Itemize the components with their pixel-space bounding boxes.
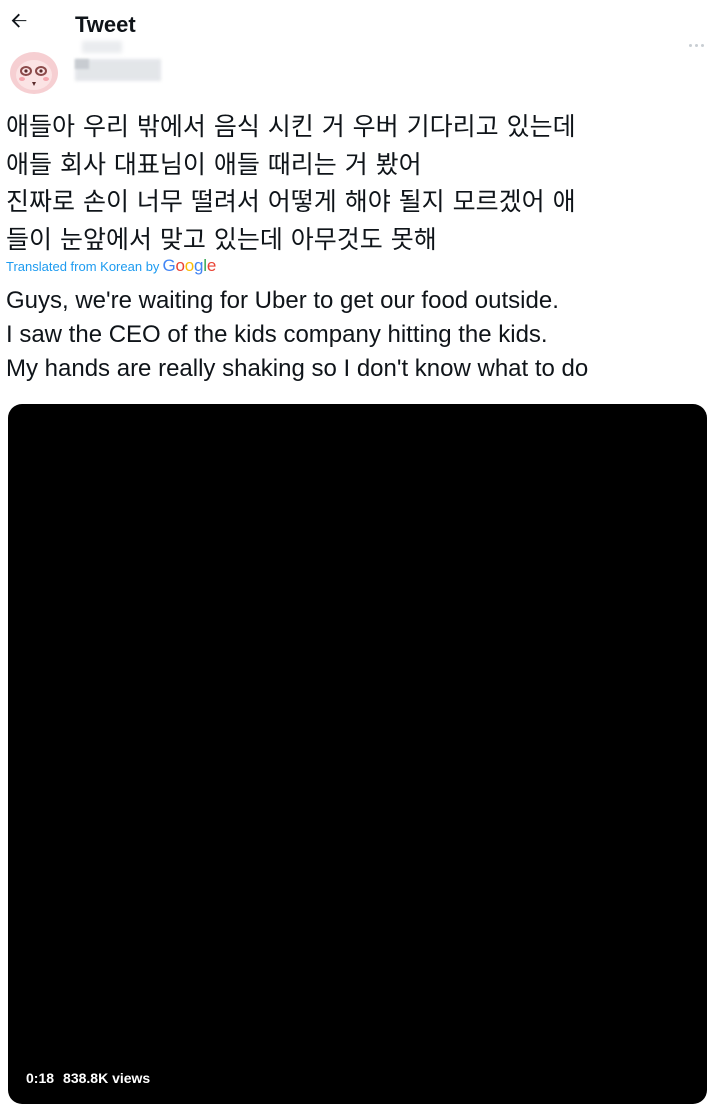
video-duration: 0:18 [26, 1070, 55, 1086]
video-player[interactable]: 0:18 838.8K views [8, 404, 707, 1104]
arrow-left-icon [11, 13, 27, 28]
more-options-button[interactable] [684, 38, 708, 52]
video-views: 838.8K views [63, 1070, 151, 1086]
blurred-handle [82, 41, 122, 53]
pink-cartoon-avatar-icon [16, 60, 52, 90]
back-button[interactable] [6, 8, 32, 34]
translated-from-label: Translated from Korean by [6, 259, 160, 274]
video-meta: 0:18 838.8K views [26, 1070, 150, 1086]
tweet-translated-text: Guys, we're waiting for Uber to get our … [6, 287, 589, 382]
translation-attribution[interactable]: Translated from Korean by Google [6, 256, 216, 276]
avatar[interactable] [10, 52, 58, 94]
tweet-original-text: 애들아 우리 밖에서 음식 시킨 거 우버 기다리고 있는데 애들 회사 대표님… [6, 112, 576, 254]
blurred-name-fragment [75, 59, 89, 69]
google-logo: Google [162, 256, 217, 275]
page-title: Tweet [75, 12, 136, 37]
